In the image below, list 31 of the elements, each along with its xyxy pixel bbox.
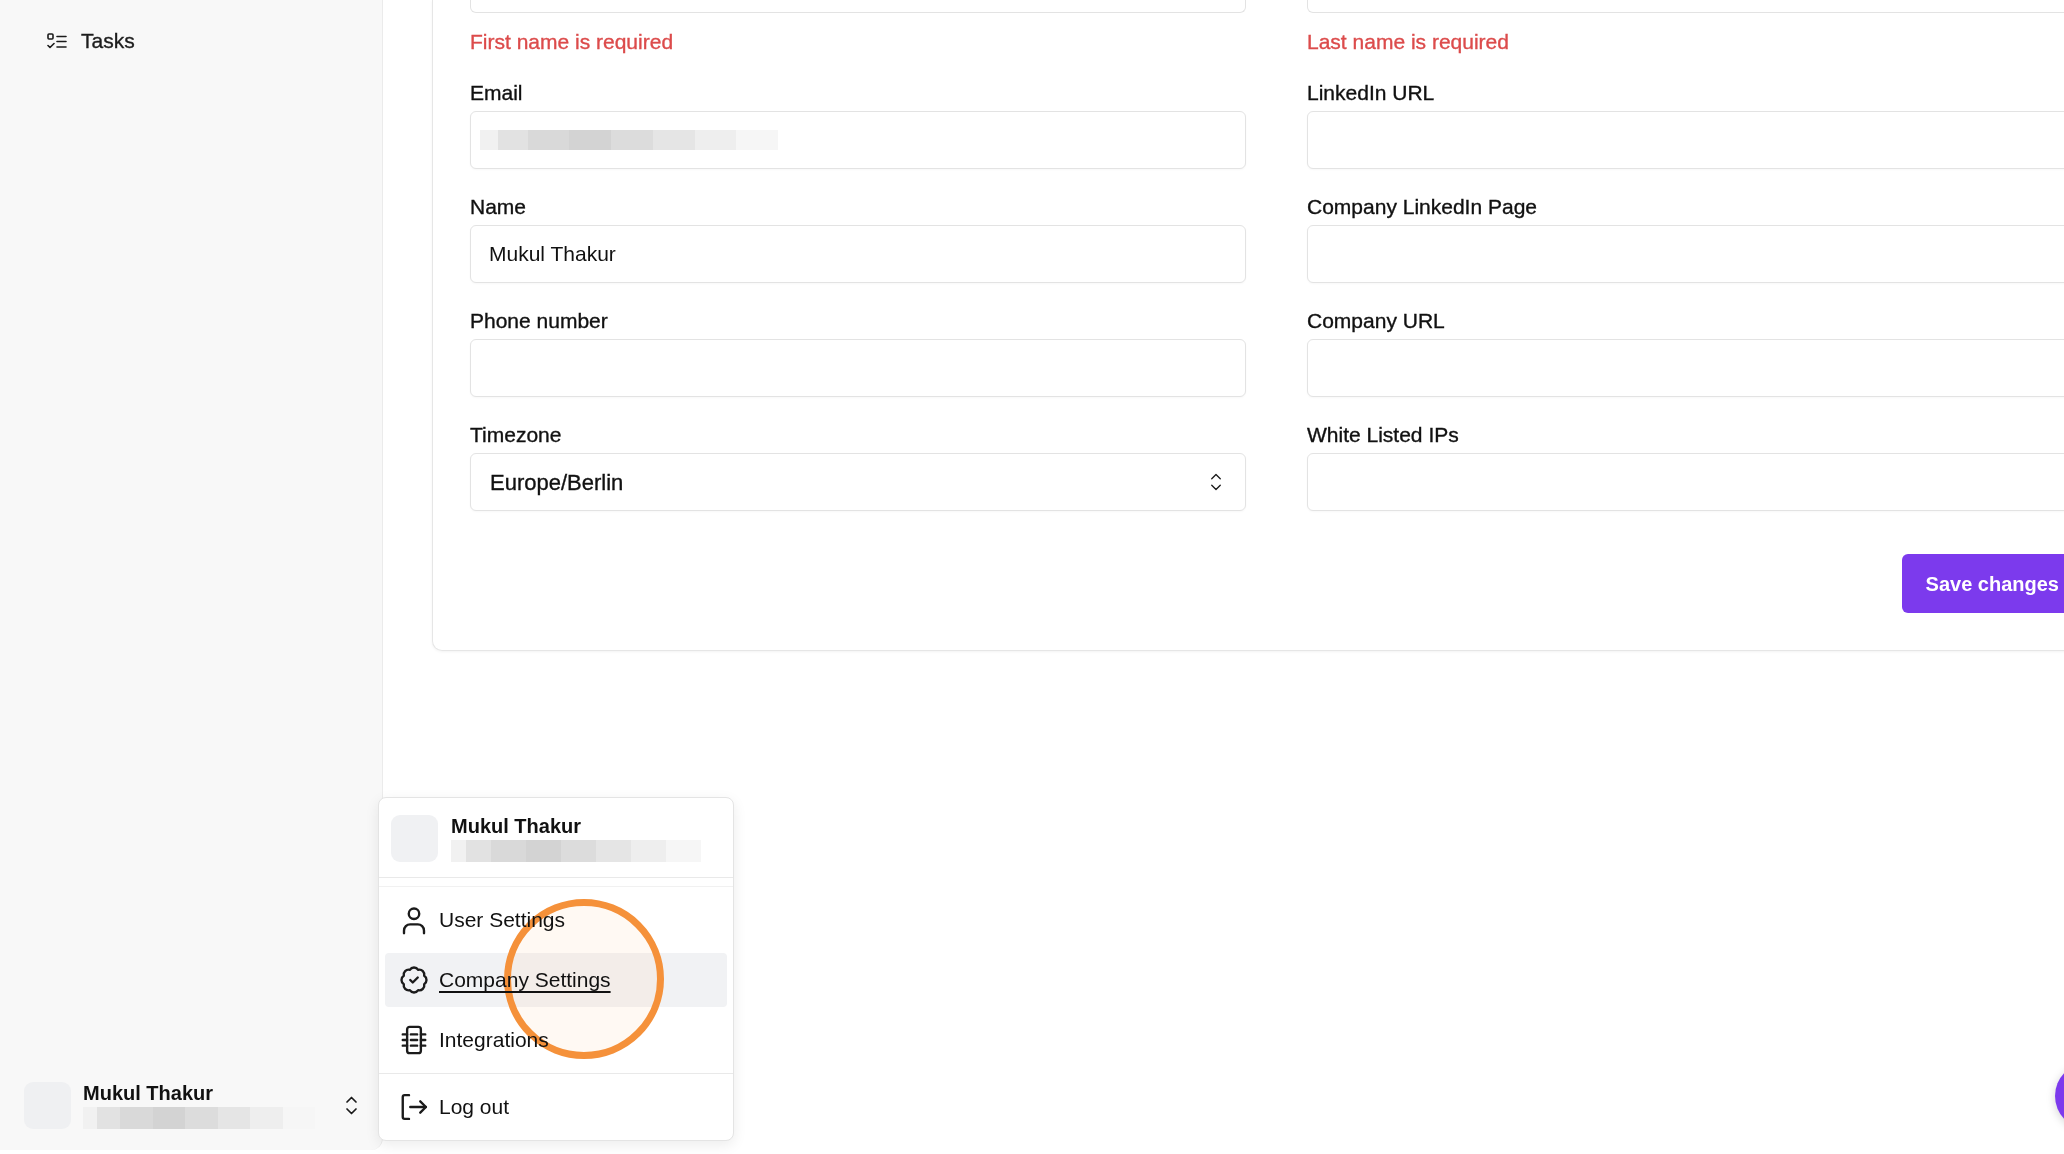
input-field[interactable]	[1307, 339, 2064, 397]
field-label: White Listed IPs	[1307, 422, 1459, 447]
user-name: Mukul Thakur	[451, 814, 581, 838]
user-name: Mukul Thakur	[83, 1081, 213, 1105]
chevron-up-down-icon	[1210, 473, 1222, 491]
chip-icon	[399, 1025, 429, 1055]
field-label: Company URL	[1307, 308, 1445, 333]
field-label: Name	[470, 194, 527, 219]
checklist-icon	[47, 32, 67, 50]
menu-item[interactable]: Log out	[385, 1080, 727, 1134]
sidebar-item[interactable]: Tasks	[47, 28, 135, 54]
chevron-up-down-icon[interactable]	[345, 1095, 358, 1115]
input-field[interactable]	[1307, 453, 2064, 511]
field-label: Company LinkedIn Page	[1307, 194, 1537, 219]
select-field[interactable]: Europe/Berlin	[470, 453, 1246, 511]
field-label: Phone number	[470, 308, 608, 333]
input-field[interactable]	[470, 111, 1246, 169]
field-label: Timezone	[470, 422, 562, 447]
badge-check-icon	[399, 965, 429, 995]
error-message: First name is required	[470, 29, 674, 54]
save-button[interactable]: Save changes	[1901, 554, 2064, 613]
input-field[interactable]	[470, 339, 1246, 397]
error-message: Last name is required	[1307, 29, 1509, 54]
input-field[interactable]	[470, 0, 1246, 13]
logout-icon	[399, 1092, 429, 1122]
field-label: LinkedIn URL	[1307, 80, 1435, 105]
input-field[interactable]	[1307, 111, 2064, 169]
field-label: Email	[470, 80, 523, 105]
input-field[interactable]: Mukul Thakur	[470, 225, 1246, 283]
input-field[interactable]	[1307, 225, 2064, 283]
input-field[interactable]	[1307, 0, 2064, 13]
